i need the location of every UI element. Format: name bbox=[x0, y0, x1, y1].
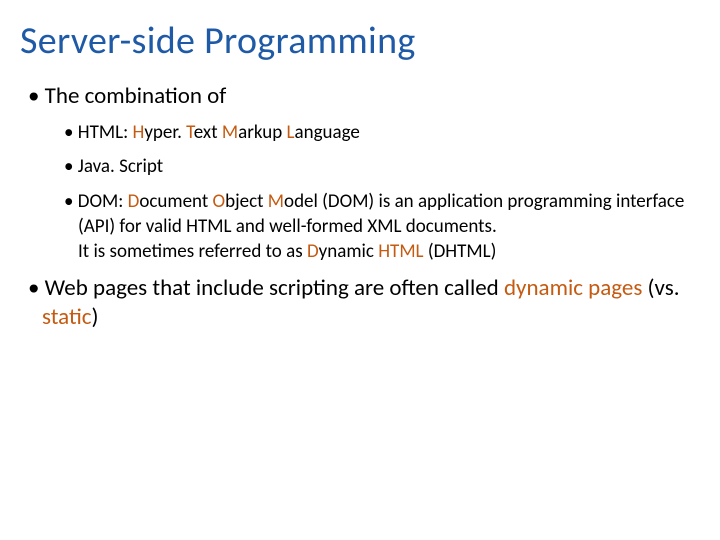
text-accent: D bbox=[307, 240, 319, 263]
text: arkup bbox=[238, 121, 286, 144]
text: (DHTML) bbox=[424, 240, 497, 263]
text: Web pages that include scripting are oft… bbox=[45, 274, 504, 302]
text: ynamic bbox=[319, 240, 379, 263]
text-accent: dynamic pages bbox=[504, 274, 642, 302]
slide-title: Server-side Programming bbox=[20, 18, 692, 64]
text: ext bbox=[194, 121, 222, 144]
text-accent: static bbox=[42, 303, 92, 331]
bullet-icon: • bbox=[28, 274, 45, 302]
text: yper. bbox=[144, 121, 186, 144]
text: It is sometimes referred to as bbox=[78, 240, 307, 263]
bullet-icon: • bbox=[64, 155, 78, 178]
text: The combination of bbox=[45, 82, 227, 110]
text-accent: T bbox=[186, 121, 194, 144]
text: anguage bbox=[295, 121, 360, 144]
lvl1-item-0: • The combination of bbox=[28, 82, 692, 111]
text-accent: O bbox=[213, 190, 226, 213]
text: DOM: bbox=[78, 190, 128, 213]
text-accent: H bbox=[132, 121, 144, 144]
text: HTML: bbox=[78, 121, 133, 144]
bullet-icon: • bbox=[64, 190, 78, 213]
lvl2-item-1: • Java. Script bbox=[64, 155, 692, 180]
bullet-icon: • bbox=[64, 121, 78, 144]
text-accent: M bbox=[222, 121, 238, 144]
lvl2-item-2: • DOM: Document Object Model (DOM) is an… bbox=[64, 190, 692, 264]
text-accent: D bbox=[128, 190, 140, 213]
lvl2-item-0: • HTML: Hyper. Text Markup Language bbox=[64, 121, 692, 146]
text: Java. Script bbox=[78, 155, 163, 178]
text: ocument bbox=[139, 190, 212, 213]
text-accent: L bbox=[287, 121, 295, 144]
text-accent: M bbox=[268, 190, 284, 213]
lvl1-item-1: • Web pages that include scripting are o… bbox=[28, 274, 692, 332]
bullet-icon: • bbox=[28, 82, 45, 110]
text: (vs. bbox=[642, 274, 679, 302]
text-accent: HTML bbox=[378, 240, 423, 263]
text: ) bbox=[92, 303, 99, 331]
text: bject bbox=[225, 190, 268, 213]
